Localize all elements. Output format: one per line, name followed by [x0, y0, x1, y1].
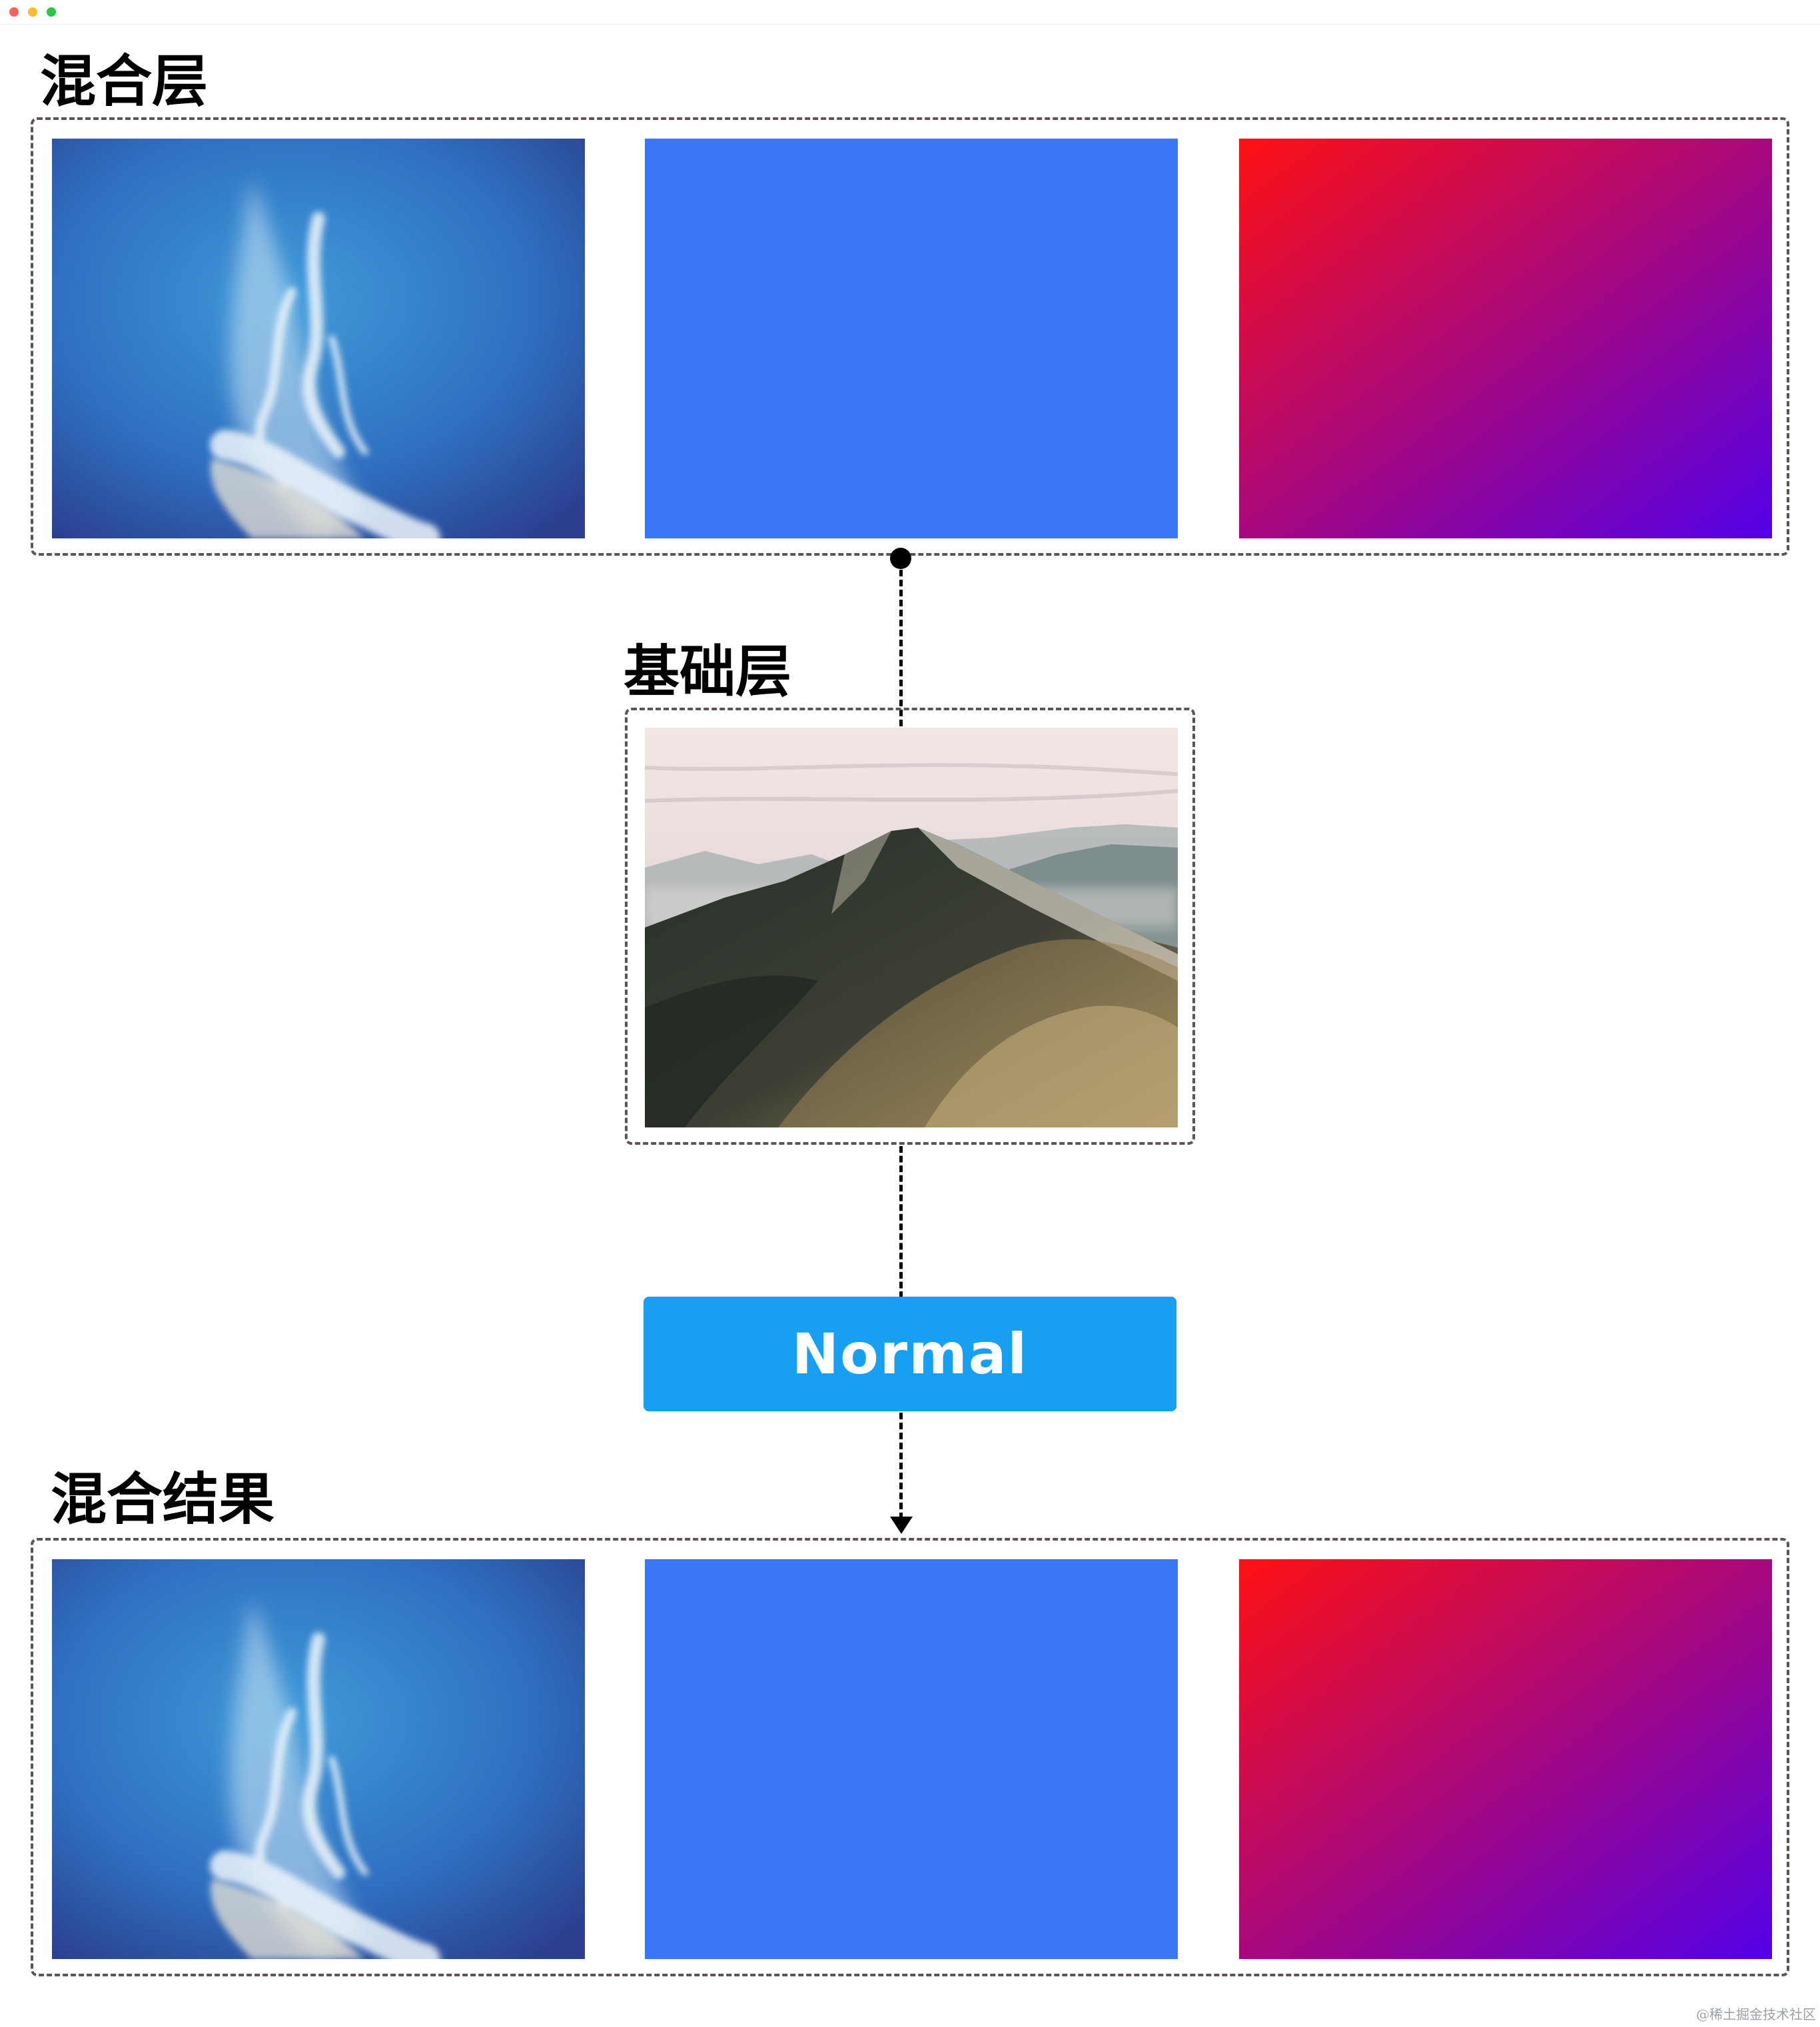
- blend-layer-group: [31, 117, 1789, 556]
- maximize-window-icon[interactable]: [47, 7, 56, 17]
- red-purple-gradient-block: [1239, 1559, 1772, 1959]
- blend-mode-button[interactable]: Normal: [644, 1297, 1176, 1411]
- red-purple-gradient-block: [1239, 139, 1772, 538]
- sky-cloud-image: [52, 139, 585, 538]
- watermark: @稀土掘金技术社区: [1696, 2006, 1816, 2022]
- result-group: [31, 1538, 1789, 1976]
- connector-line: [899, 1146, 903, 1298]
- arrow-down-icon: [890, 1517, 913, 1534]
- base-layer-title: 基础层: [624, 639, 792, 704]
- blend-layer-title: 混合层: [40, 49, 209, 114]
- close-window-icon[interactable]: [9, 7, 19, 17]
- connector-line: [899, 1413, 903, 1519]
- solid-blue-block: [645, 1559, 1178, 1959]
- window-titlebar: [0, 0, 1820, 25]
- minimize-window-icon[interactable]: [28, 7, 37, 17]
- solid-blue-block: [645, 139, 1178, 538]
- base-layer-group: [625, 708, 1195, 1145]
- sky-cloud-image: [52, 1559, 585, 1959]
- connector-line: [899, 560, 903, 726]
- mountain-image: [645, 728, 1178, 1127]
- result-title: 混合结果: [51, 1467, 275, 1532]
